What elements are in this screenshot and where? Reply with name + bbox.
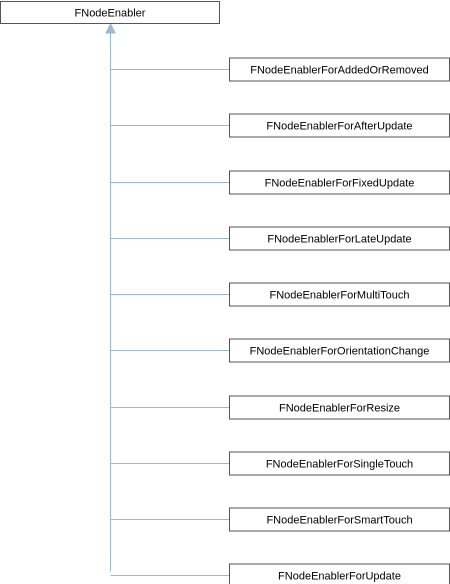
- derived-class-label: FNodeEnablerForAfterUpdate: [266, 121, 412, 133]
- base-class-label: FNodeEnabler: [75, 8, 146, 20]
- derived-class-label: FNodeEnablerForResize: [279, 403, 400, 415]
- derived-class-node[interactable]: FNodeEnablerForMultiTouch: [229, 282, 450, 307]
- derived-class-list: FNodeEnablerForAddedOrRemoved FNodeEnable…: [229, 57, 450, 584]
- base-class-node[interactable]: FNodeEnabler: [0, 1, 220, 24]
- derived-class-node[interactable]: FNodeEnablerForLateUpdate: [229, 226, 450, 251]
- derived-class-label: FNodeEnablerForMultiTouch: [269, 290, 409, 302]
- derived-class-label: FNodeEnablerForSingleTouch: [266, 459, 413, 471]
- inheritance-edges: [105, 22, 230, 576]
- derived-class-label: FNodeEnablerForAddedOrRemoved: [250, 65, 429, 77]
- inheritance-diagram: FNodeEnabler FNodeEnablerForAddedOrRemov…: [0, 1, 450, 584]
- derived-class-node[interactable]: FNodeEnablerForAddedOrRemoved: [229, 57, 450, 82]
- derived-class-node[interactable]: FNodeEnablerForUpdate: [229, 563, 450, 584]
- inheritance-arrow-icon: [105, 22, 116, 34]
- derived-class-label: FNodeEnablerForSmartTouch: [266, 515, 412, 527]
- derived-class-node[interactable]: FNodeEnablerForSmartTouch: [229, 507, 450, 532]
- derived-class-label: FNodeEnablerForLateUpdate: [267, 234, 411, 246]
- derived-class-node[interactable]: FNodeEnablerForSingleTouch: [229, 451, 450, 476]
- derived-class-node[interactable]: FNodeEnablerForResize: [229, 395, 450, 420]
- derived-class-label: FNodeEnablerForFixedUpdate: [265, 178, 415, 190]
- derived-class-node[interactable]: FNodeEnablerForOrientationChange: [229, 338, 450, 363]
- derived-class-node[interactable]: FNodeEnablerForAfterUpdate: [229, 113, 450, 138]
- derived-class-node[interactable]: FNodeEnablerForFixedUpdate: [229, 170, 450, 195]
- derived-class-label: FNodeEnablerForOrientationChange: [250, 346, 430, 358]
- derived-class-label: FNodeEnablerForUpdate: [278, 571, 401, 583]
